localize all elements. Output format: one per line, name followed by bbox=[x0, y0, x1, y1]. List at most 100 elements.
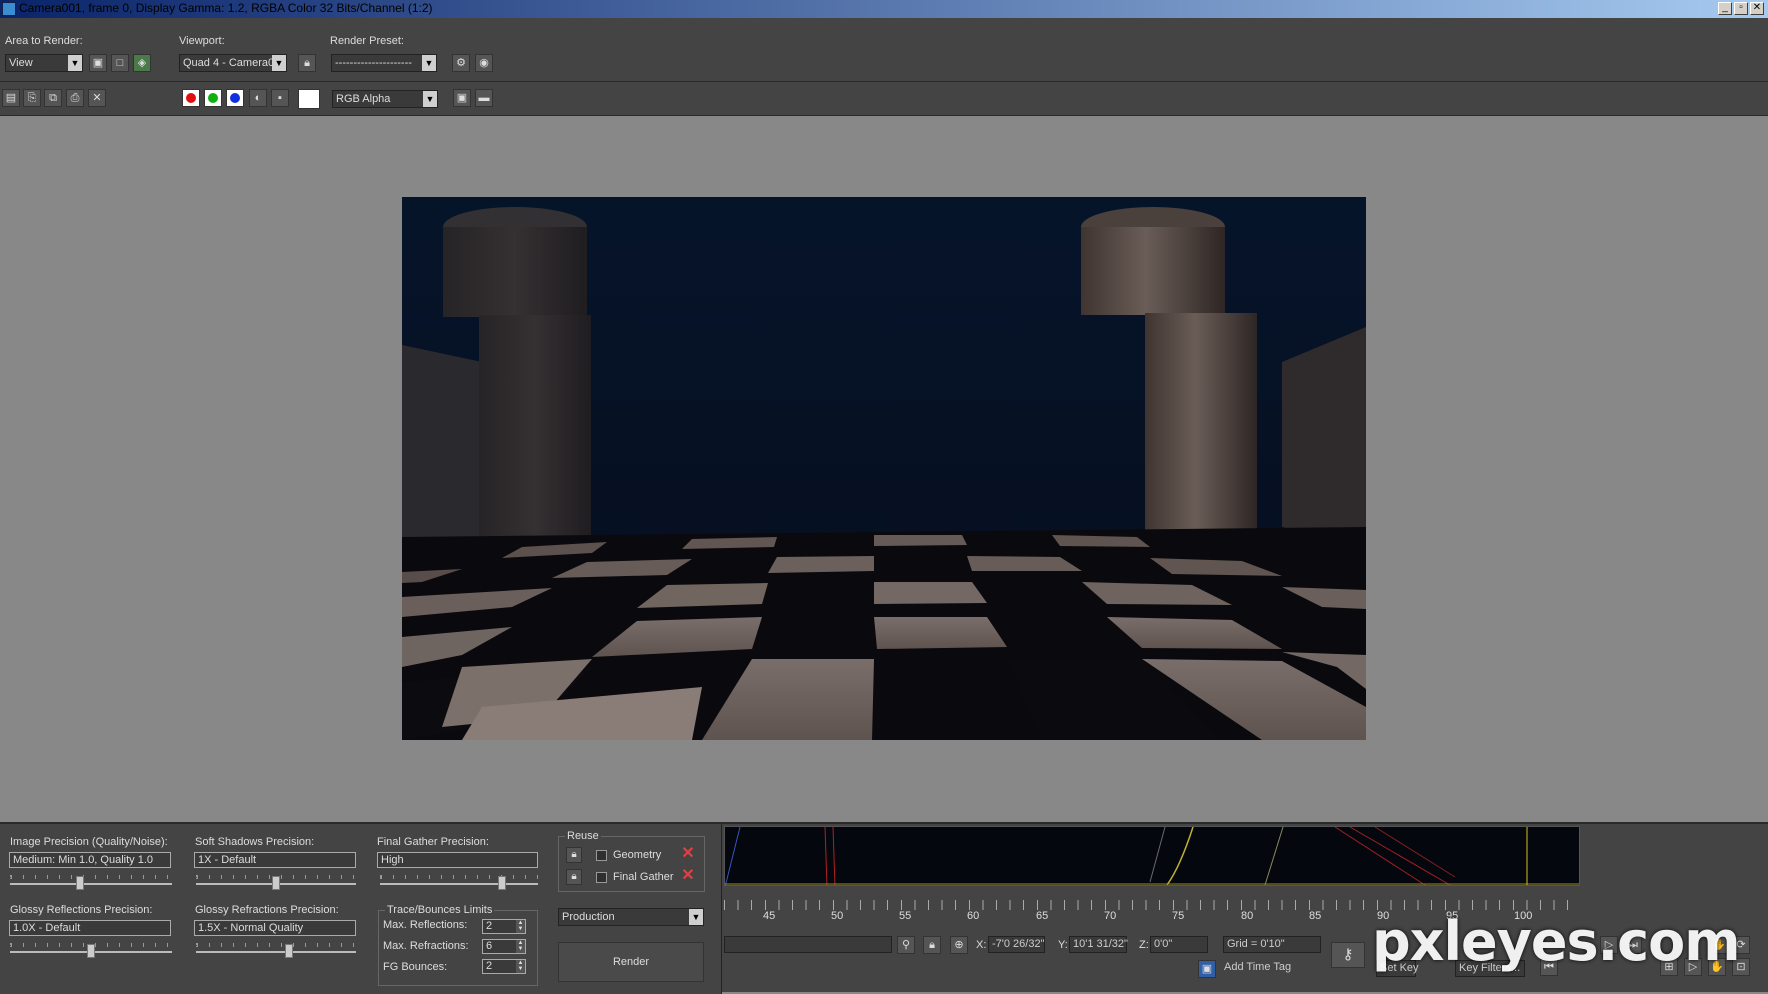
z-coord-field[interactable]: 0'0" bbox=[1150, 936, 1208, 953]
window-titlebar[interactable]: Camera001, frame 0, Display Gamma: 1.2, … bbox=[0, 0, 1768, 18]
fg-bounces-spinner[interactable]: 2 ▲ ▼ bbox=[482, 959, 526, 974]
chevron-down-icon: ▼ bbox=[422, 55, 436, 71]
glossy-reflections-field[interactable]: 1.0X - Default bbox=[9, 920, 171, 936]
render-preset-label: Render Preset: bbox=[330, 35, 404, 47]
render-preset-select[interactable]: --------------------- ▼ bbox=[331, 54, 437, 72]
edit-region-icon[interactable]: ▣ bbox=[89, 54, 107, 72]
geometry-checkbox[interactable] bbox=[596, 850, 607, 861]
soft-shadows-slider[interactable] bbox=[196, 872, 356, 890]
ruler-label: 75 bbox=[1172, 910, 1185, 922]
soft-shadows-field[interactable]: 1X - Default bbox=[194, 852, 356, 868]
render-setup-icon[interactable]: ⚙ bbox=[452, 54, 470, 72]
lock-icon[interactable]: 🔒︎ bbox=[566, 869, 582, 885]
close-button[interactable]: ✕ bbox=[1750, 2, 1764, 15]
lock-icon[interactable]: 🔒︎ bbox=[298, 54, 316, 72]
print-icon[interactable]: ⎙ bbox=[66, 89, 84, 107]
max-reflections-label: Max. Reflections: bbox=[383, 919, 468, 931]
time-tag-icon[interactable]: ▣ bbox=[1198, 960, 1216, 978]
area-to-render-label: Area to Render: bbox=[5, 35, 83, 47]
display-channel-select[interactable]: RGB Alpha ▼ bbox=[332, 90, 438, 108]
ruler-label: 50 bbox=[831, 910, 844, 922]
z-coord-label: Z: bbox=[1139, 939, 1149, 951]
environment-icon[interactable]: ◉ bbox=[475, 54, 493, 72]
slider-thumb[interactable] bbox=[285, 944, 293, 958]
toggle-ui-overlay-icon[interactable]: ▣ bbox=[453, 89, 471, 107]
slider-thumb[interactable] bbox=[272, 876, 280, 890]
chevron-down-icon: ▼ bbox=[68, 55, 82, 71]
chevron-down-icon: ▼ bbox=[272, 55, 286, 71]
final-gather-slider[interactable] bbox=[380, 872, 538, 890]
render-canvas-area bbox=[0, 116, 1768, 822]
ruler-label: 55 bbox=[899, 910, 912, 922]
ruler-label: 65 bbox=[1036, 910, 1049, 922]
soft-shadows-label: Soft Shadows Precision: bbox=[195, 836, 315, 848]
red-channel-toggle[interactable] bbox=[182, 89, 200, 107]
auto-region-icon[interactable]: □ bbox=[111, 54, 129, 72]
spinner-arrows-icon[interactable]: ▲ ▼ bbox=[516, 960, 525, 973]
crop-icon[interactable]: ◈ bbox=[133, 54, 151, 72]
copy-image-icon[interactable]: ⎘ bbox=[23, 89, 41, 107]
image-precision-field[interactable]: Medium: Min 1.0, Quality 1.0 bbox=[9, 852, 171, 868]
slider-thumb[interactable] bbox=[498, 876, 506, 890]
alpha-channel-icon[interactable]: ◐ bbox=[249, 89, 267, 107]
ruler-label: 80 bbox=[1241, 910, 1254, 922]
isolate-icon[interactable]: ⚲ bbox=[897, 936, 915, 954]
max-reflections-spinner[interactable]: 2 ▲ ▼ bbox=[482, 919, 526, 934]
color-swatch[interactable] bbox=[298, 89, 320, 109]
final-gather-reuse-label: Final Gather bbox=[613, 871, 674, 883]
glossy-reflections-slider[interactable] bbox=[10, 940, 172, 958]
green-channel-toggle[interactable] bbox=[204, 89, 222, 107]
y-coord-field[interactable]: 10'1 31/32" bbox=[1069, 936, 1128, 953]
slider-thumb[interactable] bbox=[87, 944, 95, 958]
toolbar-divider bbox=[0, 81, 1768, 82]
final-gather-field[interactable]: High bbox=[377, 852, 538, 868]
monochrome-icon[interactable]: ▪ bbox=[271, 89, 289, 107]
ruler-label: 70 bbox=[1104, 910, 1117, 922]
reuse-title: Reuse bbox=[565, 830, 601, 842]
max-refractions-spinner[interactable]: 6 ▲ ▼ bbox=[482, 939, 526, 954]
max-refractions-label: Max. Refractions: bbox=[383, 940, 469, 952]
image-precision-slider[interactable] bbox=[10, 872, 172, 890]
render-settings-panel: Image Precision (Quality/Noise): Medium:… bbox=[0, 824, 722, 994]
add-time-tag[interactable]: Add Time Tag bbox=[1221, 960, 1321, 977]
spinner-arrows-icon[interactable]: ▲ ▼ bbox=[516, 920, 525, 933]
save-image-icon[interactable]: ▤ bbox=[2, 89, 20, 107]
app-icon bbox=[2, 2, 16, 16]
clone-window-icon[interactable]: ⧉ bbox=[44, 89, 62, 107]
production-select[interactable]: Production ▼ bbox=[558, 908, 704, 926]
rendered-image bbox=[402, 197, 1366, 740]
absolute-mode-icon[interactable]: ⊕ bbox=[950, 936, 968, 954]
slider-thumb[interactable] bbox=[76, 876, 84, 890]
spinner-arrows-icon[interactable]: ▲ ▼ bbox=[516, 940, 525, 953]
key-icon[interactable]: ⚷ bbox=[1331, 942, 1365, 968]
render-toolbar: Area to Render: View ▼ ▣ □ ◈ Viewport: Qu… bbox=[0, 18, 1768, 116]
clear-final-gather-icon[interactable]: ✕ bbox=[680, 868, 696, 885]
final-gather-label: Final Gather Precision: bbox=[377, 836, 489, 848]
glossy-refractions-slider[interactable] bbox=[196, 940, 356, 958]
selection-lock-icon[interactable]: 🔒︎ bbox=[923, 936, 941, 954]
final-gather-checkbox[interactable] bbox=[596, 872, 607, 883]
x-coord-label: X: bbox=[976, 939, 987, 951]
chevron-down-icon: ▼ bbox=[423, 91, 437, 107]
reuse-group: Reuse 🔒︎ Geometry ✕ 🔒︎ Final Gather ✕ bbox=[558, 830, 705, 892]
lock-icon[interactable]: 🔒︎ bbox=[566, 847, 582, 863]
glossy-refractions-label: Glossy Refractions Precision: bbox=[195, 904, 339, 916]
bottom-panel: Image Precision (Quality/Noise): Medium:… bbox=[0, 822, 1768, 994]
track-view[interactable] bbox=[724, 826, 1580, 886]
x-coord-field[interactable]: -7'0 26/32" bbox=[988, 936, 1045, 953]
clear-icon[interactable]: ✕ bbox=[88, 89, 106, 107]
restore-button[interactable]: ▫ bbox=[1734, 2, 1748, 15]
clear-geometry-icon[interactable]: ✕ bbox=[680, 846, 696, 863]
render-button[interactable]: Render bbox=[558, 942, 704, 982]
glossy-reflections-label: Glossy Reflections Precision: bbox=[10, 904, 153, 916]
grid-size-field: Grid = 0'10" bbox=[1223, 936, 1321, 953]
area-to-render-select[interactable]: View ▼ bbox=[5, 54, 83, 72]
y-coord-label: Y: bbox=[1058, 939, 1068, 951]
prompt-line bbox=[724, 936, 892, 953]
viewport-select[interactable]: Quad 4 - Camera0 ▼ bbox=[179, 54, 287, 72]
glossy-refractions-field[interactable]: 1.5X - Normal Quality bbox=[194, 920, 356, 936]
trace-bounces-title: Trace/Bounces Limits bbox=[385, 904, 495, 916]
toggle-ui-icon[interactable]: ▬ bbox=[475, 89, 493, 107]
minimize-button[interactable]: _ bbox=[1718, 2, 1732, 15]
blue-channel-toggle[interactable] bbox=[226, 89, 244, 107]
